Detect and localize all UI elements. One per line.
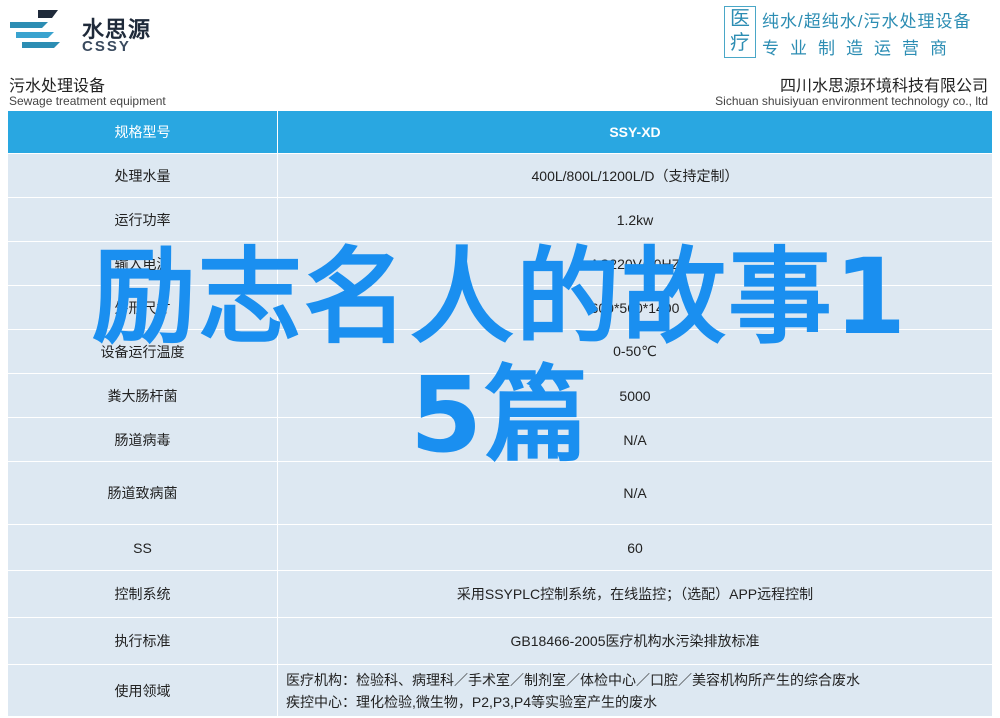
row-label: 输入电源 xyxy=(7,241,278,286)
row-label: 处理水量 xyxy=(7,153,278,198)
header-value: SSY-XD xyxy=(277,110,993,154)
row-value: 采用SSYPLC控制系统，在线监控；（选配）APP远程控制 xyxy=(277,570,993,618)
table-row: 粪大肠杆菌 5000 xyxy=(7,373,993,418)
table-row: 输入电源 AC220V/50HZ xyxy=(7,241,993,286)
water-drop-logo-icon xyxy=(10,10,60,48)
row-label: 设备运行温度 xyxy=(7,329,278,374)
row-value: N/A xyxy=(277,417,993,462)
row-value: 0-50℃ xyxy=(277,329,993,374)
row-value: 1.2kw xyxy=(277,197,993,242)
table-row: 执行标准 GB18466-2005医疗机构水污染排放标准 xyxy=(7,617,993,665)
company-name-cn: 四川水思源环境科技有限公司 xyxy=(779,78,988,95)
table-header-row: 规格型号 SSY-XD xyxy=(7,110,993,154)
company-logo: 水思源 CSSY xyxy=(8,8,208,55)
row-value: 5000 xyxy=(277,373,993,418)
row-label: 肠道致病菌 xyxy=(7,461,278,525)
row-value: 400L/800L/1200L/D（支持定制） xyxy=(277,153,993,198)
table-row: 运行功率 1.2kw xyxy=(7,197,993,242)
table-row: 肠道病毒 N/A xyxy=(7,417,993,462)
row-label: SS xyxy=(7,524,278,571)
row-value: 600*560*1400 xyxy=(277,285,993,330)
logo-english-name: CSSY xyxy=(82,38,131,55)
brand-header: 水思源 CSSY 医疗 纯水/超纯水/污水处理设备 专业制造运营商 xyxy=(0,0,1000,62)
spec-table: 规格型号 SSY-XD 处理水量 400L/800L/1200L/D（支持定制）… xyxy=(7,110,993,717)
table-row: SS 60 xyxy=(7,524,993,571)
product-category-en: Sewage treatment equipment xyxy=(9,94,166,108)
company-name-en: Sichuan shuisiyuan environment technolog… xyxy=(715,94,988,108)
usage-line-cdc: 疾控中心：理化检验,微生物，P2,P3,P4等实验室产生的废水 xyxy=(286,693,658,710)
row-label: 外形尺寸 xyxy=(7,285,278,330)
tagline-operator: 专业制造运营商 xyxy=(762,39,958,58)
medical-badge: 医疗 xyxy=(724,6,756,58)
header-label: 规格型号 xyxy=(7,110,278,154)
table-row: 设备运行温度 0-50℃ xyxy=(7,329,993,374)
row-label: 运行功率 xyxy=(7,197,278,242)
row-value: 60 xyxy=(277,524,993,571)
row-label: 使用领域 xyxy=(7,664,278,717)
row-label: 粪大肠杆菌 xyxy=(7,373,278,418)
row-label: 肠道病毒 xyxy=(7,417,278,462)
table-row: 控制系统 采用SSYPLC控制系统，在线监控；（选配）APP远程控制 xyxy=(7,570,993,618)
row-value-multiline: 医疗机构：检验科、病理科／手术室／制剂室／体检中心／口腔／美容机构所产生的综合废… xyxy=(277,664,993,717)
tagline-products: 纯水/超纯水/污水处理设备 xyxy=(762,12,972,31)
page: 水思源 CSSY 医疗 纯水/超纯水/污水处理设备 专业制造运营商 污水处理设备… xyxy=(0,0,1000,718)
table-row: 处理水量 400L/800L/1200L/D（支持定制） xyxy=(7,153,993,198)
usage-line-medical: 医疗机构：检验科、病理科／手术室／制剂室／体检中心／口腔／美容机构所产生的综合废… xyxy=(286,671,860,688)
table-row: 肠道致病菌 N/A xyxy=(7,461,993,525)
row-value: N/A xyxy=(277,461,993,525)
table-row: 外形尺寸 600*560*1400 xyxy=(7,285,993,330)
row-label: 控制系统 xyxy=(7,570,278,618)
row-value: AC220V/50HZ xyxy=(277,241,993,286)
sub-header: 污水处理设备 Sewage treatment equipment 四川水思源环… xyxy=(0,66,1000,110)
row-label: 执行标准 xyxy=(7,617,278,665)
product-category-cn: 污水处理设备 xyxy=(9,78,106,95)
table-row: 使用领域 医疗机构：检验科、病理科／手术室／制剂室／体检中心／口腔／美容机构所产… xyxy=(7,664,993,717)
row-value: GB18466-2005医疗机构水污染排放标准 xyxy=(277,617,993,665)
